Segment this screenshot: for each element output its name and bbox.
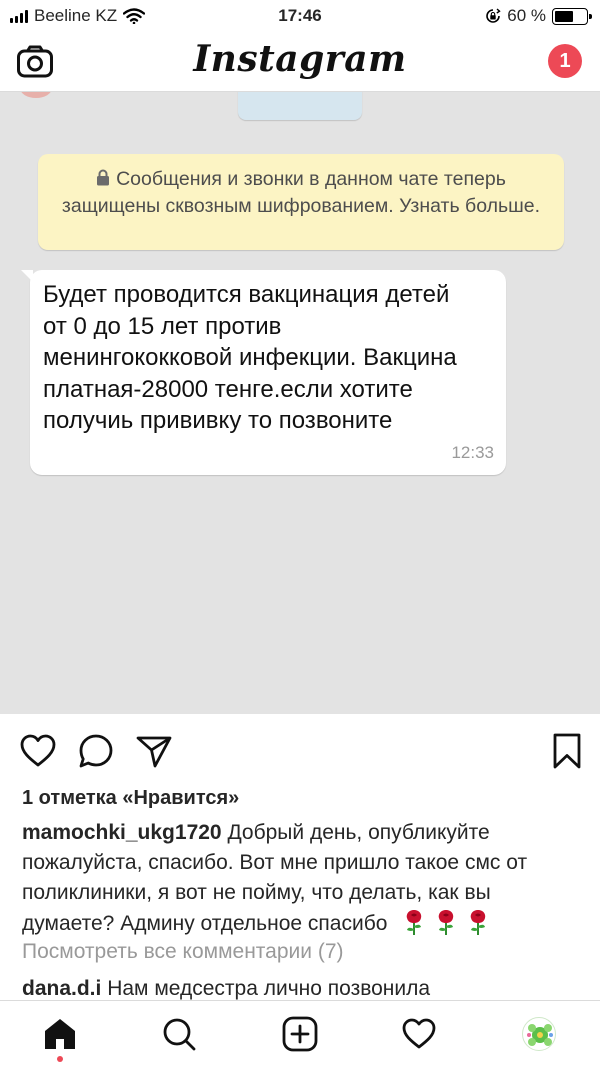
chat-avatar — [20, 92, 52, 98]
battery-percent: 60 % — [507, 6, 546, 25]
view-all-comments-link[interactable]: Посмотреть все комментарии (7) — [22, 940, 344, 964]
comment-text: Нам медсестра лично позвонила — [107, 977, 431, 1000]
home-icon[interactable] — [42, 1016, 78, 1052]
share-icon[interactable] — [135, 732, 173, 770]
bubble-tail — [21, 270, 33, 282]
battery-fill — [555, 10, 573, 22]
battery-icon — [552, 7, 592, 25]
new-post-icon[interactable] — [282, 1016, 318, 1052]
message-time: 12:33 — [451, 443, 494, 462]
search-icon[interactable] — [161, 1016, 197, 1052]
rose-icon — [439, 910, 454, 935]
heart-icon[interactable] — [19, 732, 57, 770]
message-text: Будет проводится вакцинация детей от 0 д… — [43, 281, 457, 434]
app-header: Instagram 1 — [0, 34, 600, 92]
status-bar: Beeline KZ 17:46 60 % — [0, 0, 600, 34]
instagram-logo: Instagram — [193, 38, 407, 80]
rotation-lock-icon — [486, 8, 501, 23]
post-image: Сообщения и звонки в данном чате теперь … — [0, 92, 600, 714]
lock-icon — [97, 169, 110, 186]
date-chip — [238, 92, 362, 120]
encryption-notice-text: Сообщения и звонки в данном чате теперь … — [61, 168, 541, 217]
comment-username[interactable]: dana.d.i — [22, 977, 101, 1000]
message-bubble: Будет проводится вакцинация детей от 0 д… — [21, 270, 506, 475]
post-action-bar — [0, 714, 600, 786]
caption-username[interactable]: mamochki_ukg1720 — [22, 821, 222, 844]
rose-icon — [407, 910, 422, 935]
comment-icon[interactable] — [77, 732, 115, 770]
status-right: 60 % — [485, 6, 592, 26]
notification-badge[interactable]: 1 — [548, 44, 582, 78]
post-caption: mamochki_ukg1720 Добрый день, опубликуйт… — [22, 818, 582, 939]
profile-avatar[interactable] — [522, 1017, 556, 1051]
bookmark-icon[interactable] — [548, 732, 586, 770]
home-active-dot — [57, 1056, 63, 1062]
rose-icon — [471, 910, 486, 935]
profile-avatar-image — [527, 1024, 553, 1046]
activity-heart-icon[interactable] — [401, 1016, 437, 1052]
bottom-tab-bar — [0, 1000, 600, 1066]
encryption-notice: Сообщения и звонки в данном чате теперь … — [38, 154, 564, 250]
likes-count[interactable]: 1 отметка «Нравится» — [22, 787, 239, 810]
